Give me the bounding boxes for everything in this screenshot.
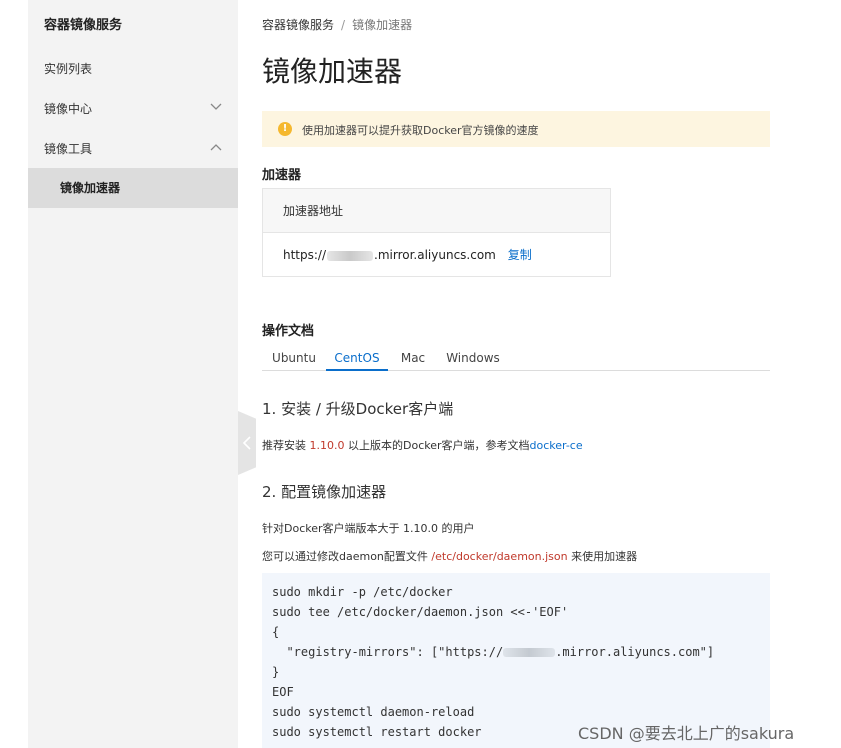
tab-centos[interactable]: CentOS [326,345,388,371]
sidebar-collapse-handle[interactable] [238,411,256,475]
code-line: { [272,625,280,639]
sidebar-item-instance-list[interactable]: 实例列表 [28,49,238,89]
step1-heading: 1. 安装 / 升级Docker客户端 [262,400,454,418]
step2-line2: 您可以通过修改daemon配置文件 /etc/docker/daemon.jso… [262,548,637,564]
sidebar-item-label: 镜像工具 [44,142,93,156]
code-line: EOF [272,685,294,699]
code-line-mirrors: "registry-mirrors": ["https:// .mirror.al… [272,645,714,659]
daemon-json-path: /etc/docker/daemon.json [431,550,568,563]
watermark: CSDN @要去北上广的sakura [578,724,795,743]
code-line: sudo systemctl restart docker [272,725,482,739]
code-line: sudo systemctl daemon-reload [272,705,475,719]
table-header: 加速器地址 [263,189,610,233]
recommended-version: 1.10.0 [309,439,345,452]
sidebar-item-image-tools[interactable]: 镜像工具 [28,129,238,169]
code-line: sudo mkdir -p /etc/docker [272,585,453,599]
sidebar-item-label: 实例列表 [44,62,93,76]
sidebar-item-label: 镜像加速器 [60,181,121,195]
redacted-mirror-id [327,250,374,261]
code-line: sudo tee /etc/docker/daemon.json <<-'EOF… [272,605,569,619]
table-row: https:// .mirror.aliyuncs.com 复制 [263,233,610,277]
step2-line2-after: 来使用加速器 [571,550,638,563]
step2-heading: 2. 配置镜像加速器 [262,483,387,501]
chevron-up-icon [210,129,224,169]
breadcrumb-current: 镜像加速器 [352,18,413,32]
tab-ubuntu[interactable]: Ubuntu [262,345,326,371]
code-line: } [272,665,280,679]
os-tabs: Ubuntu CentOS Mac Windows [262,345,770,371]
step2-line2-before: 您可以通过修改daemon配置文件 [262,550,428,563]
page-title: 镜像加速器 [262,55,403,88]
step2-line1: 针对Docker客户端版本大于 1.10.0 的用户 [262,522,475,535]
code-mirror-prefix: "registry-mirrors": ["https:// [272,645,504,659]
sidebar-item-image-center[interactable]: 镜像中心 [28,89,238,129]
info-notice: ! 使用加速器可以提升获取Docker官方镜像的速度 [262,111,770,147]
code-mirror-suffix: .mirror.aliyuncs.com"] [555,645,715,659]
accelerator-address-suffix: .mirror.aliyuncs.com [374,248,496,262]
chevron-down-icon [210,89,224,129]
breadcrumb-root[interactable]: 容器镜像服务 [262,18,334,32]
chevron-left-icon [242,436,251,450]
docker-ce-link[interactable]: docker-ce [530,439,583,452]
accelerator-table: 加速器地址 https:// .mirror.aliyuncs.com 复制 [262,188,611,277]
sidebar-title: 容器镜像服务 [44,18,123,33]
step1-text: 推荐安装 1.10.0 以上版本的Docker客户端，参考文档docker-ce [262,437,583,453]
notice-text: 使用加速器可以提升获取Docker官方镜像的速度 [302,124,539,137]
warning-icon: ! [278,122,292,136]
sidebar: 容器镜像服务 实例列表 镜像中心 镜像工具 镜像加速器 [28,0,238,748]
step1-text-middle: 以上版本的Docker客户端，参考文档 [348,439,530,452]
redacted-mirror-id [503,648,556,657]
tab-windows[interactable]: Windows [438,345,508,371]
copy-link[interactable]: 复制 [508,248,532,262]
breadcrumb: 容器镜像服务 / 镜像加速器 [262,16,412,33]
accelerator-section-label: 加速器 [262,168,302,183]
sidebar-item-image-accelerator[interactable]: 镜像加速器 [28,168,238,208]
tab-mac[interactable]: Mac [388,345,438,371]
sidebar-item-label: 镜像中心 [44,102,93,116]
breadcrumb-separator: / [341,18,346,32]
docs-section-label: 操作文档 [262,324,315,339]
step1-text-before: 推荐安装 [262,439,306,452]
accelerator-address-prefix: https:// [283,248,327,262]
